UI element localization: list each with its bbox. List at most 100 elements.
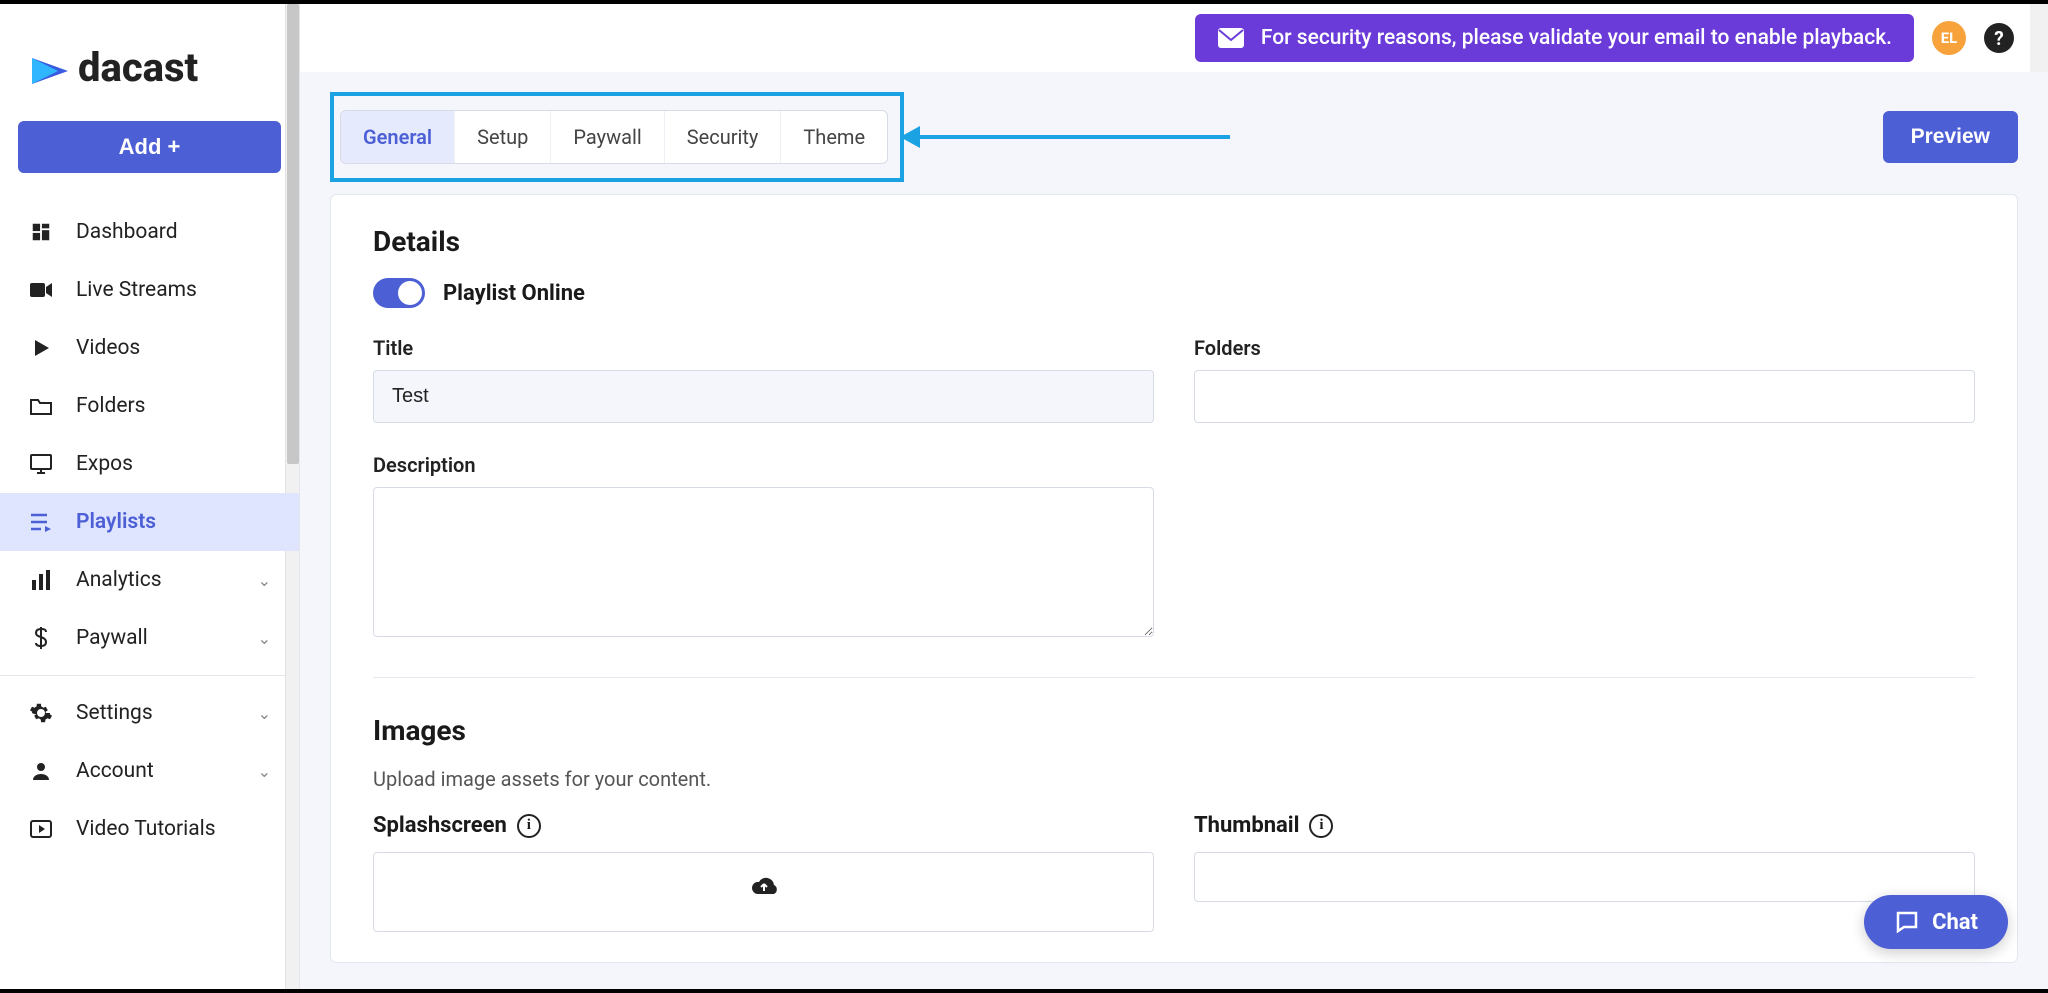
- sidebar-item-paywall[interactable]: Paywall ⌄: [0, 609, 299, 667]
- sidebar-item-videos[interactable]: Videos: [0, 319, 299, 377]
- folders-label: Folders: [1194, 336, 1975, 360]
- sidebar-item-label: Expos: [76, 452, 133, 476]
- sidebar-item-label: Video Tutorials: [76, 817, 216, 841]
- email-validation-alert[interactable]: For security reasons, please validate yo…: [1195, 14, 1914, 62]
- tab-label: Security: [687, 125, 759, 149]
- chat-label: Chat: [1932, 910, 1978, 935]
- title-input[interactable]: [373, 370, 1154, 423]
- sidebar-item-livestreams[interactable]: Live Streams: [0, 261, 299, 319]
- tab-general[interactable]: General: [341, 111, 455, 163]
- chevron-down-icon: ⌄: [258, 571, 271, 590]
- sidebar-item-expos[interactable]: Expos: [0, 435, 299, 493]
- playlist-online-label: Playlist Online: [443, 281, 585, 306]
- tab-label: General: [363, 125, 432, 149]
- thumbnail-upload[interactable]: [1194, 852, 1975, 902]
- thumbnail-block: Thumbnail i: [1194, 813, 1975, 932]
- topbar: For security reasons, please validate yo…: [300, 4, 2048, 72]
- info-icon[interactable]: i: [1309, 814, 1333, 838]
- sidebar-item-label: Analytics: [76, 568, 162, 592]
- preview-button[interactable]: Preview: [1883, 111, 2018, 163]
- chevron-down-icon: ⌄: [258, 762, 271, 781]
- alert-text: For security reasons, please validate yo…: [1261, 26, 1892, 50]
- sidebar-item-account[interactable]: Account ⌄: [0, 742, 299, 800]
- title-field: Title: [373, 336, 1154, 423]
- folders-input[interactable]: [1194, 370, 1975, 423]
- images-row: Splashscreen i Thumbnail i: [373, 813, 1975, 932]
- section-divider: [373, 677, 1975, 678]
- cloud-upload-icon: [747, 873, 781, 906]
- content-area: General Setup Paywall Security Theme: [300, 72, 2048, 989]
- help-button[interactable]: ?: [1984, 23, 2014, 53]
- toggle-knob: [398, 281, 422, 305]
- help-icon: ?: [1994, 27, 2003, 50]
- person-icon: [28, 758, 54, 784]
- add-button[interactable]: Add +: [18, 121, 281, 173]
- sidebar: dacast Add + Dashboard Live Streams Vide…: [0, 4, 300, 989]
- sidebar-item-label: Videos: [76, 336, 140, 360]
- playlist-icon: [28, 509, 54, 535]
- sidebar-item-settings[interactable]: Settings ⌄: [0, 684, 299, 742]
- annotation-highlight: General Setup Paywall Security Theme: [330, 92, 904, 182]
- tab-security[interactable]: Security: [665, 111, 782, 163]
- details-panel: Details Playlist Online Title Folders: [330, 194, 2018, 963]
- tabs: General Setup Paywall Security Theme: [340, 110, 888, 164]
- playlist-online-toggle-row: Playlist Online: [373, 278, 1975, 308]
- details-form: Title Folders Description: [373, 336, 1975, 641]
- logo-mark-icon: [30, 51, 72, 85]
- description-textarea[interactable]: [373, 487, 1154, 637]
- nav-divider: [0, 675, 299, 676]
- add-button-label: Add +: [119, 134, 181, 160]
- dashboard-icon: [28, 219, 54, 245]
- tab-theme[interactable]: Theme: [781, 111, 887, 163]
- info-icon[interactable]: i: [517, 814, 541, 838]
- chevron-down-icon: ⌄: [258, 629, 271, 648]
- bars-icon: [28, 567, 54, 593]
- tab-label: Setup: [477, 125, 528, 149]
- avatar-initials: EL: [1941, 29, 1958, 47]
- images-section-title: Images: [373, 714, 1975, 747]
- preview-button-label: Preview: [1911, 125, 1990, 148]
- tab-setup[interactable]: Setup: [455, 111, 551, 163]
- chat-icon: [1894, 909, 1920, 935]
- sidebar-item-analytics[interactable]: Analytics ⌄: [0, 551, 299, 609]
- splashscreen-label: Splashscreen: [373, 813, 507, 838]
- sidebar-item-label: Folders: [76, 394, 145, 418]
- main: ▲ ▼ For security reasons, please validat…: [300, 4, 2048, 989]
- thumbnail-label: Thumbnail: [1194, 813, 1299, 838]
- brand-logo: dacast: [0, 24, 299, 121]
- sidebar-item-playlists[interactable]: Playlists: [0, 493, 299, 551]
- camera-icon: [28, 277, 54, 303]
- brand-name: dacast: [78, 44, 198, 91]
- sidebar-item-label: Account: [76, 759, 154, 783]
- avatar[interactable]: EL: [1932, 21, 1966, 55]
- sidebar-item-folders[interactable]: Folders: [0, 377, 299, 435]
- playlist-online-toggle[interactable]: [373, 278, 425, 308]
- play-icon: [28, 335, 54, 361]
- annotation-arrow: [900, 126, 1230, 148]
- gear-icon: [28, 700, 54, 726]
- video-play-icon: [28, 816, 54, 842]
- tabs-row: General Setup Paywall Security Theme: [330, 72, 2018, 194]
- description-label: Description: [373, 453, 1154, 477]
- primary-nav: Dashboard Live Streams Videos Folders Ex…: [0, 203, 299, 858]
- images-subtext: Upload image assets for your content.: [373, 767, 1975, 791]
- details-section-title: Details: [373, 225, 1975, 258]
- splashscreen-block: Splashscreen i: [373, 813, 1154, 932]
- sidebar-item-video-tutorials[interactable]: Video Tutorials: [0, 800, 299, 858]
- folder-icon: [28, 393, 54, 419]
- sidebar-item-label: Playlists: [76, 510, 156, 534]
- sidebar-item-label: Paywall: [76, 626, 148, 650]
- sidebar-item-label: Live Streams: [76, 278, 197, 302]
- tab-label: Paywall: [573, 125, 641, 149]
- title-label: Title: [373, 336, 1154, 360]
- dollar-icon: [28, 625, 54, 651]
- description-field: Description: [373, 453, 1154, 641]
- sidebar-item-dashboard[interactable]: Dashboard: [0, 203, 299, 261]
- folders-field: Folders: [1194, 336, 1975, 423]
- monitor-icon: [28, 451, 54, 477]
- tab-paywall[interactable]: Paywall: [551, 111, 664, 163]
- chevron-down-icon: ⌄: [258, 704, 271, 723]
- splashscreen-upload[interactable]: [373, 852, 1154, 932]
- chat-button[interactable]: Chat: [1864, 895, 2008, 949]
- mail-icon: [1217, 27, 1245, 49]
